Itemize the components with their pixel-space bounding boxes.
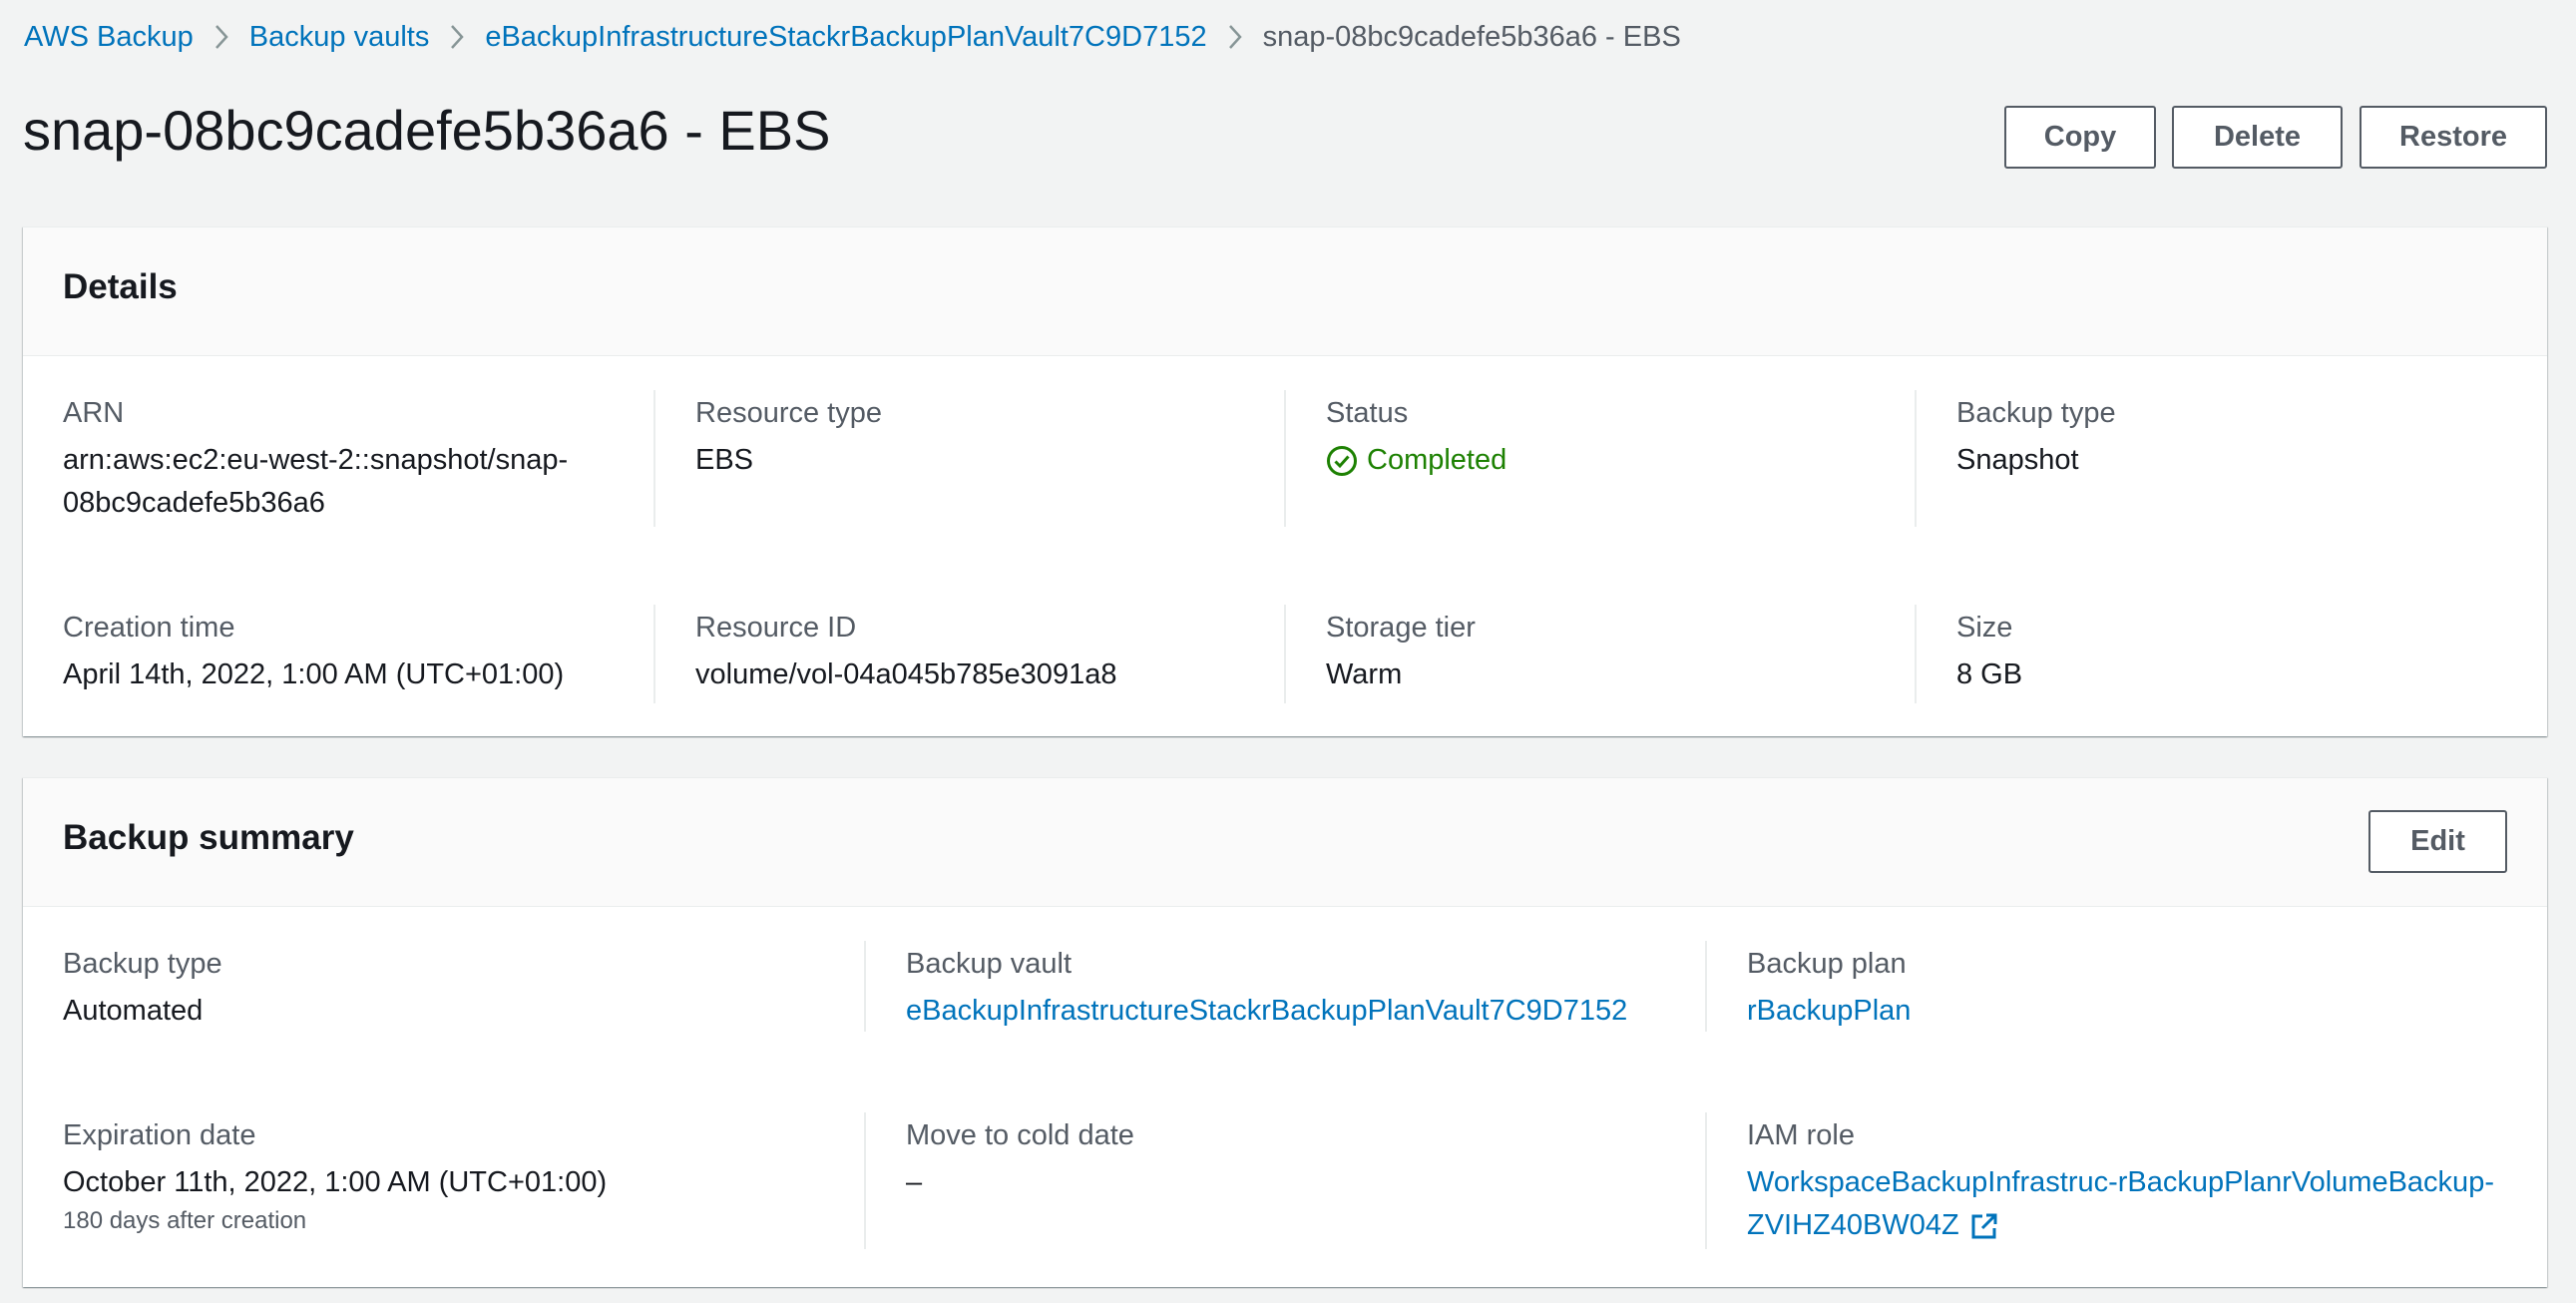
page-title: snap-08bc9cadefe5b36a6 - EBS — [23, 99, 831, 162]
backup-vault-label: Backup vault — [906, 948, 1073, 980]
iam-role-line1: WorkspaceBackupInfrastruc-rBackupPlanrVo… — [1747, 1166, 2494, 1198]
breadcrumb-link-aws-backup[interactable]: AWS Backup — [24, 21, 194, 54]
arn-value: arn:aws:ec2:eu-west-2::snapshot/snap- 08… — [63, 439, 632, 525]
status-badge: Completed — [1326, 439, 1895, 482]
arn-value-line1: arn:aws:ec2:eu-west-2::snapshot/snap- — [63, 444, 569, 476]
chevron-right-icon — [194, 14, 249, 60]
move-to-cold-value: – — [906, 1166, 923, 1198]
backup-type-field: Backup type Snapshot — [1956, 394, 2525, 482]
size-value: 8 GB — [1956, 658, 2023, 690]
summary-backup-type-value: Automated — [63, 995, 204, 1027]
backup-vault-field: Backup vault eBackupInfrastructureStackr… — [906, 945, 1684, 1033]
delete-button[interactable]: Delete — [2172, 106, 2343, 169]
backup-plan-link[interactable]: rBackupPlan — [1747, 990, 2525, 1033]
arn-field: ARN arn:aws:ec2:eu-west-2::snapshot/snap… — [63, 394, 632, 525]
chevron-right-icon — [429, 14, 485, 60]
arn-value-line2: 08bc9cadefe5b36a6 — [63, 487, 325, 519]
column-divider — [653, 605, 655, 703]
status-label: Status — [1326, 397, 1409, 429]
backup-type-label: Backup type — [1956, 397, 2116, 429]
backup-plan-label: Backup plan — [1747, 948, 1907, 980]
restore-button[interactable]: Restore — [2360, 106, 2547, 169]
column-divider — [864, 1112, 866, 1249]
resource-id-field: Resource ID volume/vol-04a045b785e3091a8 — [695, 609, 1264, 696]
backup-recovery-point-page: AWS Backup Backup vaults eBackupInfrastr… — [0, 0, 2576, 1303]
expiration-date-field: Expiration date October 11th, 2022, 1:00… — [63, 1116, 841, 1236]
column-divider — [1705, 1112, 1707, 1249]
check-circle-icon — [1327, 445, 1357, 476]
backup-summary-panel: Backup summary Edit Backup type Automate… — [23, 777, 2547, 1287]
expiration-date-value: October 11th, 2022, 1:00 AM (UTC+01:00) — [63, 1166, 608, 1198]
resource-type-value: EBS — [695, 444, 754, 476]
column-divider — [1284, 605, 1286, 703]
breadcrumb-link-vault[interactable]: eBackupInfrastructureStackrBackupPlanVau… — [485, 21, 1206, 54]
breadcrumb-current: snap-08bc9cadefe5b36a6 - EBS — [1262, 20, 1681, 53]
arn-label: ARN — [63, 397, 125, 429]
size-field: Size 8 GB — [1956, 609, 2525, 696]
creation-time-field: Creation time April 14th, 2022, 1:00 AM … — [63, 609, 632, 696]
details-panel-header: Details — [23, 227, 2547, 356]
external-link-icon — [1971, 1213, 1997, 1238]
size-label: Size — [1956, 612, 2013, 644]
breadcrumb: AWS Backup Backup vaults eBackupInfrastr… — [24, 14, 1681, 60]
move-to-cold-label: Move to cold date — [906, 1119, 1134, 1151]
storage-tier-label: Storage tier — [1326, 612, 1476, 644]
backup-vault-link[interactable]: eBackupInfrastructureStackrBackupPlanVau… — [906, 990, 1684, 1033]
resource-type-field: Resource type EBS — [695, 394, 1264, 482]
storage-tier-value: Warm — [1326, 658, 1403, 690]
status-value: Completed — [1367, 444, 1507, 476]
backup-summary-panel-header: Backup summary Edit — [23, 778, 2547, 907]
summary-backup-type-field: Backup type Automated — [63, 945, 841, 1033]
creation-time-label: Creation time — [63, 612, 235, 644]
iam-role-link[interactable]: WorkspaceBackupInfrastruc-rBackupPlanrVo… — [1747, 1161, 2545, 1247]
iam-role-line2: ZVIHZ40BW04Z — [1747, 1209, 1959, 1241]
column-divider — [1915, 390, 1917, 527]
status-field: Status Completed — [1326, 394, 1895, 482]
column-divider — [653, 390, 655, 527]
resource-id-label: Resource ID — [695, 612, 857, 644]
column-divider — [864, 941, 866, 1032]
iam-role-label: IAM role — [1747, 1119, 1855, 1151]
chevron-right-icon — [1207, 14, 1263, 60]
backup-summary-title: Backup summary — [63, 818, 354, 857]
edit-button[interactable]: Edit — [2368, 810, 2507, 873]
summary-backup-type-label: Backup type — [63, 948, 222, 980]
iam-role-line2-row: ZVIHZ40BW04Z — [1747, 1204, 2545, 1247]
column-divider — [1915, 605, 1917, 703]
backup-type-value: Snapshot — [1956, 444, 2079, 476]
column-divider — [1284, 390, 1286, 527]
move-to-cold-field: Move to cold date – — [906, 1116, 1684, 1204]
details-panel: Details ARN arn:aws:ec2:eu-west-2::snaps… — [23, 226, 2547, 736]
expiration-date-description: 180 days after creation — [63, 1207, 307, 1234]
breadcrumb-link-backup-vaults[interactable]: Backup vaults — [249, 21, 430, 54]
creation-time-value: April 14th, 2022, 1:00 AM (UTC+01:00) — [63, 658, 565, 690]
iam-role-field: IAM role WorkspaceBackupInfrastruc-rBack… — [1747, 1116, 2545, 1247]
storage-tier-field: Storage tier Warm — [1326, 609, 1895, 696]
details-title: Details — [63, 267, 178, 306]
resource-type-label: Resource type — [695, 397, 882, 429]
expiration-date-label: Expiration date — [63, 1119, 256, 1151]
backup-plan-field: Backup plan rBackupPlan — [1747, 945, 2525, 1033]
copy-button[interactable]: Copy — [2004, 106, 2156, 169]
column-divider — [1705, 941, 1707, 1032]
resource-id-value: volume/vol-04a045b785e3091a8 — [695, 658, 1117, 690]
